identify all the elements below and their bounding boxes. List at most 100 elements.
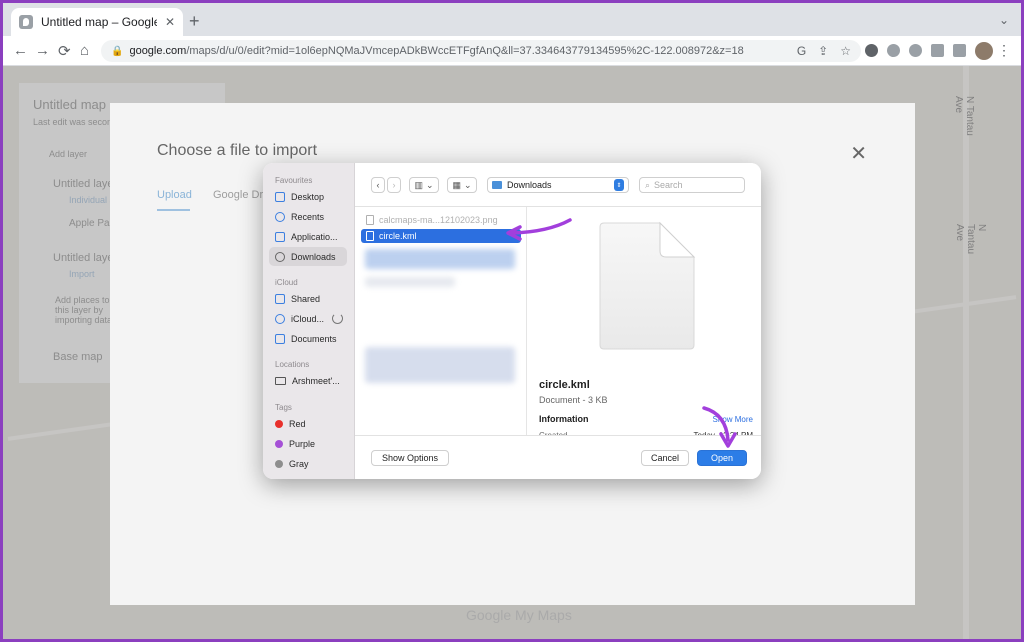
file-name: circle.kml xyxy=(379,231,417,241)
redacted-files xyxy=(365,249,515,269)
sidebar-tag-gray[interactable]: Gray xyxy=(269,454,347,473)
chevron-down-icon: ⌄ xyxy=(463,179,472,190)
browser-menu-icon[interactable]: ⋮ xyxy=(997,42,1011,59)
red-tag-icon xyxy=(275,419,283,428)
file-picker-toolbar: ‹ › ▥ ⌄ ▦ ⌄ Downloads ⇕ ⌕ Search xyxy=(355,163,761,207)
desktop-icon xyxy=(275,191,285,202)
cancel-button[interactable]: Cancel xyxy=(641,450,689,466)
sidebar-item-recents[interactable]: Recents xyxy=(269,207,347,226)
sidebar-item-label: Gray xyxy=(289,458,309,469)
maps-favicon-icon xyxy=(19,15,33,29)
profile-avatar[interactable] xyxy=(975,42,993,60)
laptop-icon xyxy=(275,376,286,385)
show-options-button[interactable]: Show Options xyxy=(371,450,449,466)
purple-tag-icon xyxy=(275,439,283,448)
chevron-left-icon: ‹ xyxy=(376,180,380,190)
redacted-files xyxy=(365,347,515,383)
forward-button[interactable]: › xyxy=(387,177,401,193)
location-label: Downloads xyxy=(507,180,552,190)
file-preview: circle.kml Document - 3 KB Information S… xyxy=(527,207,761,440)
grid-view-icon: ▦ xyxy=(452,179,461,190)
sidebar-item-icloud-drive[interactable]: iCloud... xyxy=(269,309,347,328)
sidebar-item-label: Arshmeet'... xyxy=(292,375,340,386)
sidebar-heading-favourites: Favourites xyxy=(275,176,313,185)
sidebar-heading-tags: Tags xyxy=(275,403,292,412)
document-icon xyxy=(275,333,285,344)
browser-toolbar: ← → ⟳ ⌂ 🔒 google.com/maps/d/u/0/edit?mid… xyxy=(3,36,1021,66)
tab-search-icon[interactable]: ⌄ xyxy=(999,13,1009,27)
view-columns-button[interactable]: ▥ ⌄ xyxy=(409,177,439,193)
import-dialog-title: Choose a file to import xyxy=(157,142,318,159)
tab-close-icon[interactable]: ✕ xyxy=(165,15,175,29)
reload-button[interactable]: ⟳ xyxy=(58,42,71,60)
location-popup[interactable]: Downloads ⇕ xyxy=(487,177,629,193)
lock-icon: 🔒 xyxy=(111,45,124,57)
view-grid-button[interactable]: ▦ ⌄ xyxy=(447,177,477,193)
download-icon[interactable] xyxy=(931,44,944,57)
open-button[interactable]: Open xyxy=(697,450,747,466)
preview-file-kind: Document - 3 KB xyxy=(539,395,608,405)
information-heading: Information xyxy=(539,414,589,424)
show-more-link[interactable]: Show More xyxy=(713,415,753,424)
columns-view-icon: ▥ xyxy=(414,179,423,190)
chevron-right-icon: › xyxy=(392,180,396,190)
share-icon[interactable]: ⇪ xyxy=(818,44,828,58)
search-icon: ⌕ xyxy=(645,179,651,190)
sidebar-item-label: Documents xyxy=(291,333,337,344)
search-placeholder: Search xyxy=(654,180,683,190)
folder-icon xyxy=(492,181,502,189)
cloud-icon xyxy=(275,313,285,324)
sidebar-item-label: Shared xyxy=(291,293,321,304)
google-my-maps-logo: Google My Maps xyxy=(466,607,572,623)
sidebar-item-label: Red xyxy=(289,418,306,429)
sidebar-heading-locations: Locations xyxy=(275,360,310,369)
sidebar-item-label: Applicatio... xyxy=(291,231,338,242)
gray-tag-icon xyxy=(275,459,283,468)
list-item-selected[interactable]: circle.kml xyxy=(361,229,521,243)
browser-window: Untitled map – Google My Ma ✕ + ⌄ ← → ⟳ … xyxy=(3,3,1021,639)
sidebar-heading-icloud: iCloud xyxy=(275,278,298,287)
browser-tab[interactable]: Untitled map – Google My Ma ✕ xyxy=(11,8,183,36)
updown-chevron-icon: ⇕ xyxy=(614,179,624,191)
sidebar-item-computer[interactable]: Arshmeet'... xyxy=(269,371,347,390)
back-button[interactable]: ← xyxy=(13,42,28,59)
redacted-files xyxy=(365,277,455,287)
tab-strip: Untitled map – Google My Ma ✕ + ⌄ xyxy=(3,3,1021,36)
clock-icon xyxy=(275,211,285,222)
finder-sidebar: Favourites Desktop Recents Applicatio...… xyxy=(263,163,355,479)
tab-upload[interactable]: Upload xyxy=(157,189,192,201)
sidebar-item-label: Desktop xyxy=(291,191,325,202)
sidebar-item-label: Downloads xyxy=(291,251,336,262)
home-button[interactable]: ⌂ xyxy=(80,42,89,59)
sidebar-item-applications[interactable]: Applicatio... xyxy=(269,227,347,246)
active-tab-indicator xyxy=(157,209,190,211)
search-field[interactable]: ⌕ Search xyxy=(639,177,745,193)
new-tab-button[interactable]: + xyxy=(189,11,200,32)
chevron-down-icon: ⌄ xyxy=(425,179,434,190)
sidebar-item-label: Purple xyxy=(289,438,316,449)
extension-icon[interactable] xyxy=(865,44,878,57)
back-button[interactable]: ‹ xyxy=(371,177,385,193)
puzzle-icon[interactable] xyxy=(953,44,966,57)
shared-folder-icon xyxy=(275,293,285,304)
document-icon xyxy=(366,231,374,241)
image-file-icon xyxy=(366,215,374,225)
address-bar[interactable]: 🔒 google.com/maps/d/u/0/edit?mid=1ol6epN… xyxy=(101,40,861,62)
sidebar-item-desktop[interactable]: Desktop xyxy=(269,187,347,206)
sidebar-tag-red[interactable]: Red xyxy=(269,414,347,433)
file-name: calcmaps-ma...12102023.png xyxy=(379,215,498,225)
close-icon[interactable]: ✕ xyxy=(850,141,867,166)
applications-icon xyxy=(275,231,285,242)
extension-shield-icon[interactable] xyxy=(887,44,900,57)
tab-title: Untitled map – Google My Ma xyxy=(41,15,157,29)
sidebar-item-downloads[interactable]: Downloads xyxy=(269,247,347,266)
sidebar-item-shared[interactable]: Shared xyxy=(269,289,347,308)
extension-gear-icon[interactable] xyxy=(909,44,922,57)
sidebar-item-documents[interactable]: Documents xyxy=(269,329,347,348)
bookmark-star-icon[interactable]: ☆ xyxy=(840,44,851,58)
sidebar-tag-purple[interactable]: Purple xyxy=(269,434,347,453)
forward-button[interactable]: → xyxy=(35,42,50,59)
google-lens-icon[interactable]: G xyxy=(797,44,806,58)
preview-file-name: circle.kml xyxy=(539,379,590,391)
sync-progress-icon xyxy=(332,313,344,324)
